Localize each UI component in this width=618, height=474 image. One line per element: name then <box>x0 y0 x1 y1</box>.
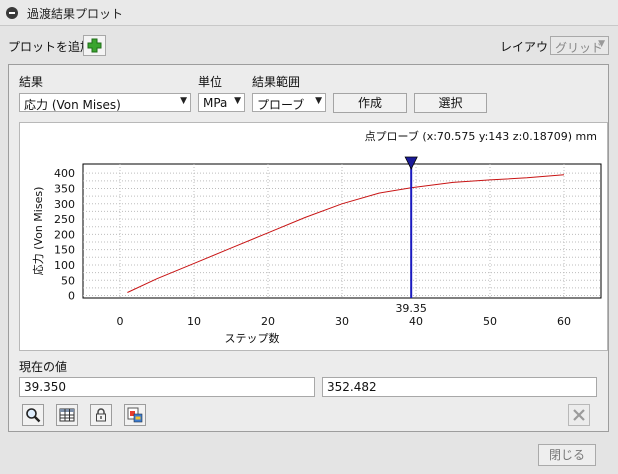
chevron-down-icon: ▼ <box>234 96 241 106</box>
zoom-icon <box>26 408 41 423</box>
y-tick-label: 150 <box>54 244 75 257</box>
current-x-field[interactable]: 39.350 <box>19 377 315 397</box>
x-tick-label: 0 <box>117 315 124 328</box>
unit-select-value: MPa <box>203 96 228 110</box>
x-tick-label: 10 <box>187 315 201 328</box>
y-tick-label: 100 <box>54 259 75 272</box>
y-axis: 0 50 100 150 200 250 300 350 400 <box>54 167 75 302</box>
x-tick-label: 60 <box>557 315 571 328</box>
window-titlebar: 過渡結果プロット <box>0 0 618 26</box>
export-icon <box>127 407 143 423</box>
y-axis-label: 応力 (Von Mises) <box>31 187 45 276</box>
zoom-button[interactable] <box>22 404 44 426</box>
y-tick-label: 250 <box>54 213 75 226</box>
table-button[interactable] <box>56 404 78 426</box>
layout-select-value: グリッド <box>555 41 604 55</box>
range-label: 結果範囲 <box>252 75 301 89</box>
x-axis-label: ステップ数 <box>225 332 280 345</box>
line-chart[interactable]: 点プローブ (x:70.575 y:143 z:0.18709) mm 0 50 1… <box>20 123 607 350</box>
lock-icon <box>96 408 106 422</box>
cursor-value-label: 39.35 <box>395 302 427 315</box>
unit-label: 単位 <box>198 75 223 89</box>
x-tick-label: 20 <box>261 315 275 328</box>
add-plot-button[interactable] <box>83 35 106 56</box>
collapse-icon[interactable] <box>6 7 18 19</box>
result-label: 結果 <box>19 75 44 89</box>
probe-label: 点プローブ (x:70.575 y:143 z:0.18709) mm <box>365 129 597 143</box>
select-button[interactable]: 選択 <box>414 93 487 113</box>
x-tick-label: 30 <box>335 315 349 328</box>
chart-area: 点プローブ (x:70.575 y:143 z:0.18709) mm 0 50 1… <box>19 122 608 351</box>
chevron-down-icon: ▼ <box>598 39 605 49</box>
create-button[interactable]: 作成 <box>333 93 407 113</box>
y-tick-label: 400 <box>54 167 75 180</box>
add-plot-label: プロットを追加 <box>8 40 93 54</box>
result-select-value: 応力 (Von Mises) <box>24 98 121 112</box>
y-tick-label: 200 <box>54 228 75 241</box>
plus-icon <box>87 38 102 53</box>
result-select[interactable]: 応力 (Von Mises) ▼ <box>19 93 191 112</box>
layout-select[interactable]: グリッド ▼ <box>550 36 609 55</box>
y-tick-label: 50 <box>61 274 75 287</box>
range-select-value: プローブ <box>257 98 305 112</box>
y-tick-label: 350 <box>54 182 75 195</box>
chevron-down-icon: ▼ <box>180 96 187 106</box>
x-tick-label: 50 <box>483 315 497 328</box>
chevron-down-icon: ▼ <box>315 96 322 106</box>
y-tick-label: 300 <box>54 198 75 211</box>
range-select[interactable]: プローブ ▼ <box>252 93 326 112</box>
x-tick-label: 40 <box>409 315 423 328</box>
current-y-field[interactable]: 352.482 <box>322 377 597 397</box>
lock-button[interactable] <box>90 404 112 426</box>
x-axis: 0 10 20 30 40 50 60 <box>117 315 572 328</box>
export-button[interactable] <box>124 404 146 426</box>
delete-button[interactable] <box>568 404 590 426</box>
close-button[interactable]: 閉じる <box>538 444 596 466</box>
window-title: 過渡結果プロット <box>27 7 124 21</box>
current-value-label: 現在の値 <box>19 360 68 374</box>
table-icon <box>59 408 75 422</box>
unit-select[interactable]: MPa ▼ <box>198 93 245 112</box>
delete-icon <box>573 409 585 421</box>
y-tick-label: 0 <box>68 290 75 303</box>
